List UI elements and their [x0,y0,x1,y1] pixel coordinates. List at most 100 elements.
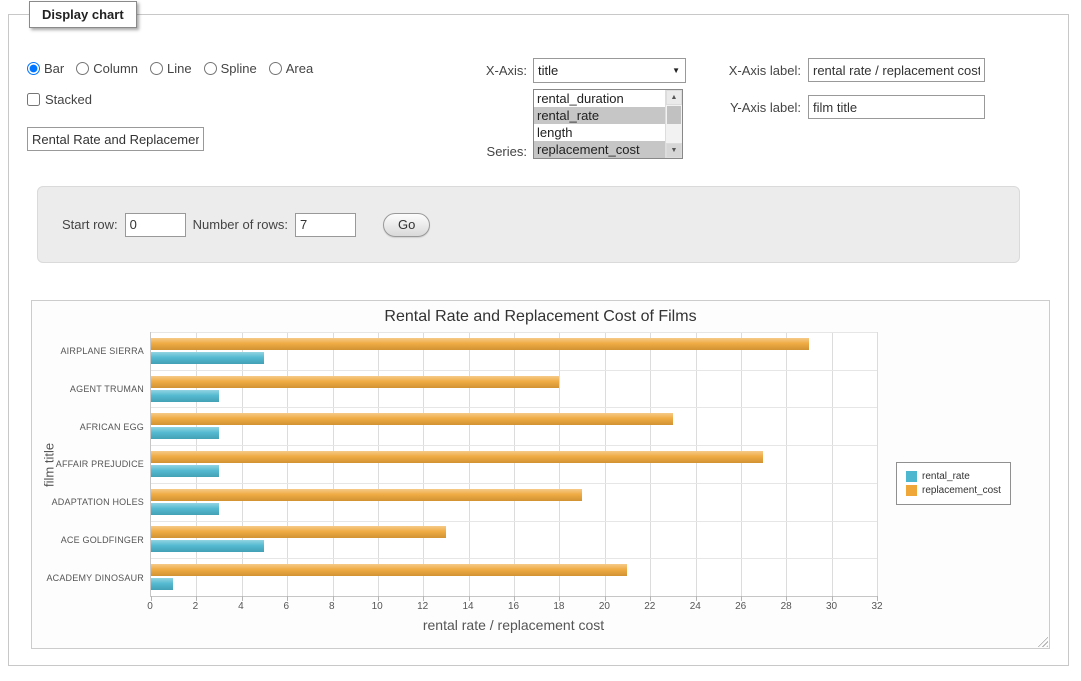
chart-type-label-spline: Spline [221,61,257,76]
category-axis-labels: AIRPLANE SIERRAAGENT TRUMANAFRICAN EGGAF… [32,332,144,597]
x-axis-tick-labels: 02468101214161820222426283032 [150,601,877,613]
series-select[interactable]: rental_durationrental_ratelengthreplacem… [533,89,683,159]
x-tick-label: 24 [690,601,701,612]
display-chart-panel: Display chart BarColumnLineSplineArea St… [8,14,1069,666]
chart-type-radio-area[interactable] [269,62,282,75]
chart-type-radio-group: Bar Column Line Spline Area [27,61,313,76]
legend-label: replacement_cost [922,485,1001,496]
chart-type-option-column[interactable]: Column [76,61,138,76]
x-tick-label: 4 [238,601,244,612]
series-select-label: Series: [411,144,527,159]
bar-group-adaptation-holes [151,483,877,521]
chart-type-radio-line[interactable] [150,62,163,75]
chart-type-radio-spline[interactable] [204,62,217,75]
chart-type-label-column: Column [93,61,138,76]
number-of-rows-input[interactable] [295,213,356,237]
x-tick-label: 20 [599,601,610,612]
bar-group-affair-prejudice [151,445,877,483]
start-row-input[interactable] [125,213,186,237]
bar-rental_rate [151,390,219,402]
chart-title: Rental Rate and Replacement Cost of Film… [32,308,1049,326]
chart-type-label-line: Line [167,61,192,76]
chart-type-radio-column[interactable] [76,62,89,75]
x-tick-label: 0 [147,601,153,612]
scroll-down-icon[interactable]: ▼ [666,143,682,158]
bar-group-academy-dinosaur [151,558,877,596]
bar-group-airplane-sierra [151,332,877,370]
bar-replacement_cost [151,526,446,538]
x-tick-label: 32 [871,601,882,612]
x-axis-title: rental rate / replacement cost [150,617,877,633]
x-tick-label: 12 [417,601,428,612]
category-label: ACE GOLDFINGER [32,521,144,559]
chart-type-label-bar: Bar [44,61,64,76]
x-tick-label: 28 [781,601,792,612]
legend-swatch-icon [906,471,917,482]
bar-replacement_cost [151,413,673,425]
bar-replacement_cost [151,451,763,463]
bar-rental_rate [151,540,264,552]
category-label: ADAPTATION HOLES [32,483,144,521]
go-button[interactable]: Go [383,213,430,237]
bar-rental_rate [151,465,219,477]
plot-area [150,332,877,597]
resize-handle-icon[interactable] [1035,634,1048,647]
bar-rental_rate [151,578,173,590]
legend-item-rental_rate[interactable]: rental_rate [906,471,1001,482]
series-option-list: rental_durationrental_ratelengthreplacem… [534,90,665,158]
category-label: AFFAIR PREJUDICE [32,446,144,484]
category-label: AFRICAN EGG [32,408,144,446]
chart-type-radio-bar[interactable] [27,62,40,75]
bar-rental_rate [151,352,264,364]
x-tick-label: 2 [193,601,199,612]
chart-type-option-line[interactable]: Line [150,61,192,76]
chart-type-label-area: Area [286,61,313,76]
stacked-checkbox[interactable] [27,93,40,106]
y-axis-label-field-label: Y-Axis label: [665,100,801,115]
series-option-rental_duration[interactable]: rental_duration [534,90,665,107]
bar-group-ace-goldfinger [151,521,877,559]
chart-container: Rental Rate and Replacement Cost of Film… [31,300,1050,649]
x-tick-label: 22 [644,601,655,612]
category-label: ACADEMY DINOSAUR [32,559,144,597]
x-tick-label: 18 [553,601,564,612]
y-axis-label-input[interactable] [808,95,985,119]
gridline [877,332,878,596]
start-row-label: Start row: [62,217,118,232]
x-axis-select[interactable]: title [533,58,686,83]
category-label: AGENT TRUMAN [32,370,144,408]
row-range-panel: Start row: Number of rows: Go [37,186,1020,263]
x-tick-label: 14 [463,601,474,612]
legend-label: rental_rate [922,471,970,482]
bar-rental_rate [151,503,219,515]
bar-rental_rate [151,427,219,439]
chart-type-option-area[interactable]: Area [269,61,313,76]
stacked-label: Stacked [45,92,92,107]
x-tick-label: 10 [372,601,383,612]
bar-replacement_cost [151,338,809,350]
panel-title: Display chart [29,1,137,28]
x-tick-label: 26 [735,601,746,612]
x-tick-label: 16 [508,601,519,612]
stacked-option: Stacked [27,92,92,107]
bar-replacement_cost [151,376,559,388]
bar-group-agent-truman [151,370,877,408]
series-option-replacement_cost[interactable]: replacement_cost [534,141,665,158]
chart-type-option-spline[interactable]: Spline [204,61,257,76]
series-option-length[interactable]: length [534,124,665,141]
x-tick-label: 6 [284,601,290,612]
x-tick-label: 30 [826,601,837,612]
category-label: AIRPLANE SIERRA [32,332,144,370]
number-of-rows-label: Number of rows: [193,217,288,232]
chart-legend: rental_rate replacement_cost [896,462,1011,505]
x-axis-label-field-label: X-Axis label: [665,63,801,78]
bar-replacement_cost [151,489,582,501]
legend-item-replacement_cost[interactable]: replacement_cost [906,485,1001,496]
bar-group-african-egg [151,407,877,445]
x-tick-label: 8 [329,601,335,612]
chart-type-option-bar[interactable]: Bar [27,61,64,76]
series-option-rental_rate[interactable]: rental_rate [534,107,665,124]
chart-title-input[interactable] [27,127,204,151]
legend-swatch-icon [906,485,917,496]
x-axis-label-input[interactable] [808,58,985,82]
